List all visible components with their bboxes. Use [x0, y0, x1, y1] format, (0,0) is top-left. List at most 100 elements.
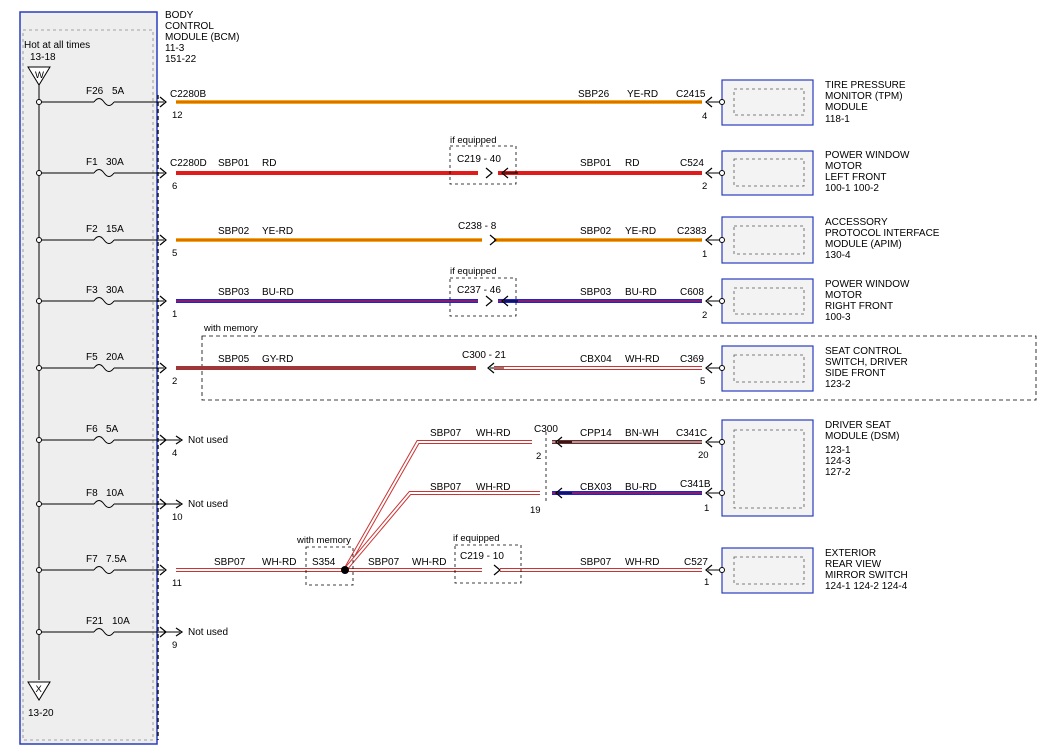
module-pin-node — [719, 490, 725, 496]
circuit-row-f3: SBP03 BU-RD if equipped C237 - 46 SBP03 … — [176, 266, 707, 321]
bcm-pin: 5 — [172, 248, 177, 259]
module-pin-node — [719, 567, 725, 573]
module-label-1: EXTERIOR — [825, 548, 876, 559]
color-sbp26: YE-RD — [627, 89, 658, 100]
bus-node — [36, 629, 42, 635]
circuit-row-f1: C2280D SBP01 RD if equipped C219 - 40 SB… — [170, 135, 707, 192]
module-label-2: MONITOR (TPM) — [825, 91, 903, 102]
conn-c341c: C341C — [676, 428, 707, 439]
circuit-row-f26: C2280B SBP26 YE-RD C2415 4 — [170, 89, 707, 122]
fuse-name: F1 — [86, 157, 98, 168]
bus-node — [36, 365, 42, 371]
bus-node — [36, 501, 42, 507]
circuit-sbp03-left: SBP03 — [218, 287, 250, 298]
module-label-4: 124-1 124-2 124-4 — [825, 581, 908, 592]
module-apim: ACCESSORY PROTOCOL INTERFACE MODULE (API… — [721, 216, 940, 264]
bottom-terminal-label: X — [36, 684, 43, 695]
label-with-memory-splice: with memory — [296, 535, 351, 546]
conn-c369: C369 — [680, 354, 704, 365]
circuit-sbp05: SBP05 — [218, 354, 250, 365]
color-sbp07-upper: WH-RD — [476, 428, 510, 439]
inline-conn-box-c219-40 — [449, 145, 517, 185]
bcm-title-line3: MODULE (BCM) — [165, 32, 239, 43]
splice-s354: S354 — [312, 557, 336, 568]
module-label-1: ACCESSORY — [825, 217, 888, 228]
bcm-pin: 4 — [172, 448, 177, 459]
wire-sbp07-upper-branch-center — [344, 441, 532, 571]
top-terminal-label: W — [35, 70, 44, 81]
hot-label: Hot at all times — [24, 40, 90, 51]
module-label-3: 123-1 — [825, 445, 851, 456]
connector-arrow-icon — [485, 295, 493, 307]
module-label-2: SWITCH, DRIVER — [825, 357, 908, 368]
fuse-name: F7 — [86, 554, 98, 565]
fuse-rating: 20A — [106, 352, 124, 363]
module-box — [721, 216, 814, 264]
color-sbp02-right: YE-RD — [625, 226, 656, 237]
module-label-3: LEFT FRONT — [825, 172, 886, 183]
fuse-rating: 7.5A — [106, 554, 127, 565]
conn-c237-46: C237 - 46 — [457, 285, 501, 296]
color-sbp07-left: WH-RD — [262, 557, 296, 568]
bus-node — [36, 437, 42, 443]
fuse-name: F3 — [86, 285, 98, 296]
module-box — [721, 79, 814, 126]
color-sbp05: GY-RD — [262, 354, 293, 365]
top-ref: 13-18 — [30, 52, 56, 63]
module-label-2: REAR VIEW — [825, 559, 882, 570]
module-box — [721, 150, 814, 196]
bus-node — [36, 237, 42, 243]
module-box — [721, 278, 814, 324]
bus-node — [36, 99, 42, 105]
module-label-2: MOTOR — [825, 161, 862, 172]
color-sbp02-left: YE-RD — [262, 226, 293, 237]
pin-c300-19: 19 — [530, 505, 541, 516]
color-sbp07-right: WH-RD — [625, 557, 659, 568]
splice-dot — [341, 566, 349, 574]
circuit-sbp01-left: SBP01 — [218, 158, 250, 169]
bcm-pin: 6 — [172, 181, 177, 192]
circuit-sbp02-right: SBP02 — [580, 226, 612, 237]
fuse-rating: 5A — [112, 86, 125, 97]
wire-sbp07-upper-branch — [343, 440, 532, 571]
circuit-sbp02-left: SBP02 — [218, 226, 250, 237]
module-label-3: MODULE (APIM) — [825, 239, 902, 250]
not-used-label: Not used — [188, 499, 228, 510]
pin-c524: 2 — [702, 181, 707, 192]
color-cpp14: BN-WH — [625, 428, 659, 439]
circuit-sbp07-right: SBP07 — [580, 557, 612, 568]
color-sbp03-right: BU-RD — [625, 287, 657, 298]
module-label-1: DRIVER SEAT — [825, 420, 891, 431]
bcm-title-line5: 151-22 — [165, 54, 197, 65]
module-label-4: 118-1 — [825, 114, 850, 125]
bcm-title-line1: BODY — [165, 10, 194, 21]
connector-arrow-icon — [493, 564, 501, 576]
module-pin-node — [719, 99, 725, 105]
color-sbp07-mid: WH-RD — [412, 557, 446, 568]
fuse-rating: 30A — [106, 157, 124, 168]
fuse-name: F21 — [86, 616, 104, 627]
circuit-cbx03: CBX03 — [580, 482, 612, 493]
module-pin-node — [719, 237, 725, 243]
module-dsm: DRIVER SEAT MODULE (DSM) 123-1 124-3 127… — [721, 419, 899, 517]
fuse-rating: 30A — [106, 285, 124, 296]
module-label-4: 100-1 100-2 — [825, 183, 879, 194]
bottom-ref: 13-20 — [28, 708, 54, 719]
label-if-equipped-c219-10: if equipped — [453, 533, 499, 544]
bus-node — [36, 298, 42, 304]
bcm-pin: 9 — [172, 640, 177, 651]
bcm-pin: 12 — [172, 110, 183, 121]
fuse-rating: 15A — [106, 224, 124, 235]
label-with-memory-group: with memory — [203, 323, 258, 334]
module-pin-node — [719, 439, 725, 445]
pin-c527: 1 — [704, 577, 709, 588]
module-tpm: TIRE PRESSURE MONITOR (TPM) MODULE 118-1 — [721, 79, 906, 126]
bcm-pin: 10 — [172, 512, 183, 523]
conn-c527: C527 — [684, 557, 708, 568]
module-mirror-switch: EXTERIOR REAR VIEW MIRROR SWITCH 124-1 1… — [721, 547, 908, 594]
pin-c2415: 4 — [702, 111, 707, 122]
module-label-3: RIGHT FRONT — [825, 301, 893, 312]
module-label-4: 124-3 — [825, 456, 851, 467]
wiring-diagram: BODY CONTROL MODULE (BCM) 11-3 151-22 Ho… — [0, 0, 1046, 753]
fuse-name: F26 — [86, 86, 104, 97]
